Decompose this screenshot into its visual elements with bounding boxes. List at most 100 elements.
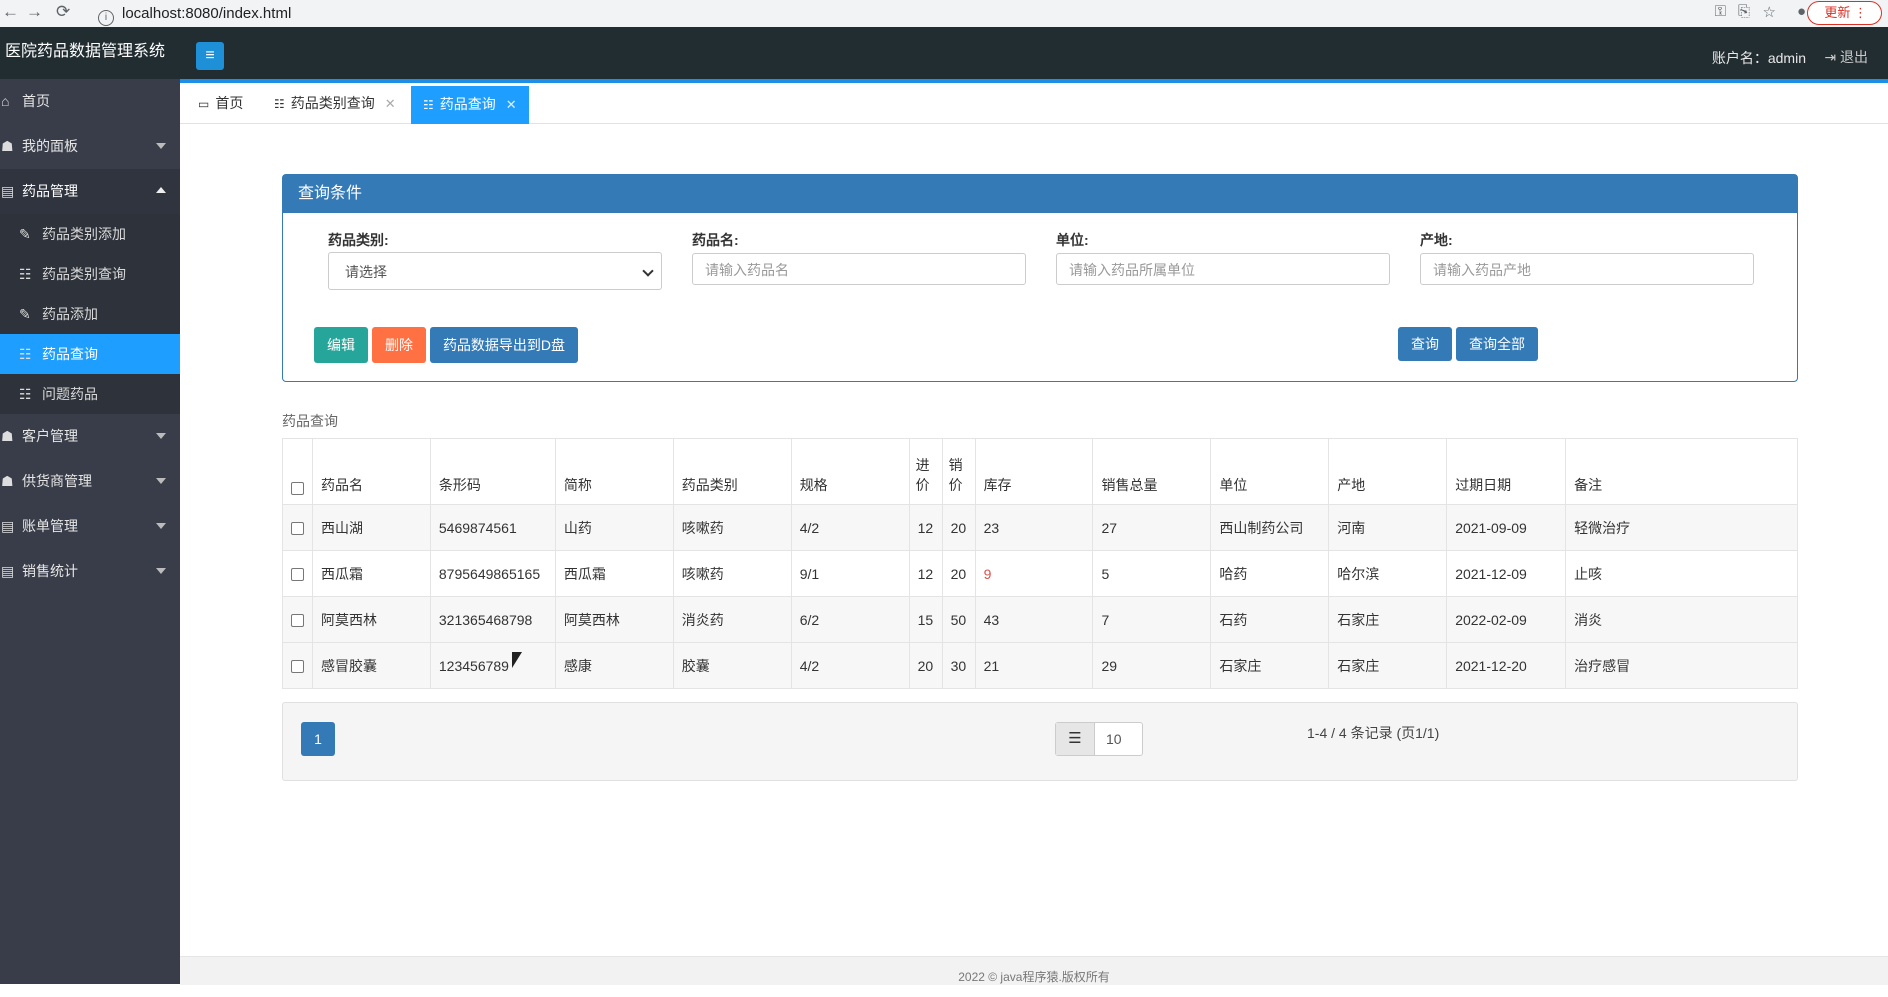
row-checkbox[interactable] [291,660,304,674]
column-header-expiry[interactable]: 过期日期 [1446,438,1567,505]
tab-category-query[interactable]: ☷ 药品类别查询 ✕ [262,85,408,121]
row-checkbox[interactable] [291,568,304,582]
cell-origin: 石家庄 [1328,642,1448,689]
sidebar-item-label: 药品管理 [22,183,78,199]
sidebar-item-label: 供货商管理 [22,473,92,489]
sidebar-item-customers[interactable]: ☗ 客户管理 [0,414,180,459]
sidebar-item-bills[interactable]: ▤ 账单管理 [0,504,180,549]
sidebar-item-category-add[interactable]: ✎ 药品类别添加 [0,214,180,254]
sidebar-item-category-query[interactable]: ☷ 药品类别查询 [0,254,180,294]
row-checkbox[interactable] [291,614,304,628]
tab-label: 药品类别查询 [290,95,375,111]
translate-icon[interactable]: ⎘ [1738,3,1750,20]
header-text: 价 [948,477,963,493]
sidebar-item-drug-management[interactable]: ▤ 药品管理 [0,169,180,214]
unit-input[interactable]: 请输入药品所属单位 [1056,253,1390,285]
column-header-remark[interactable]: 备注 [1565,438,1798,505]
list-icon: ☷ [423,98,434,112]
logout-button[interactable]: ⇥ 退出 [1824,47,1868,67]
sidebar-item-label: 药品查询 [42,346,98,362]
unit-label: 单位: [1056,232,1089,248]
cell-spec: 6/2 [790,596,910,643]
chevron-up-icon [156,187,166,193]
column-header-stock[interactable]: 库存 [974,438,1094,505]
sidebar-toggle-button[interactable]: ≡ [196,42,224,70]
column-header-category[interactable]: 药品类别 [672,438,792,505]
sidebar-item-drug-add[interactable]: ✎ 药品添加 [0,294,180,334]
sidebar-item-drug-query[interactable]: ☷ 药品查询 [0,334,180,374]
table-row[interactable]: 阿莫西林 321365468798 阿莫西林 消炎药 6/2 15 50 43 … [282,596,1798,643]
sidebar-item-problem-drugs[interactable]: ☷ 问题药品 [0,374,180,414]
key-icon[interactable]: ⚿ [1715,3,1726,20]
cell-spec: 9/1 [790,550,910,597]
reload-icon[interactable]: ⟳ [56,2,70,22]
sidebar-item-home[interactable]: ⌂ 首页 [0,79,180,124]
origin-input[interactable]: 请输入药品产地 [1420,253,1754,285]
column-header-short[interactable]: 简称 [554,438,674,505]
edit-icon: ✎ [19,306,31,322]
tab-label: 药品查询 [439,96,496,112]
search-button[interactable]: 查询 [1398,327,1452,361]
back-icon[interactable]: ← [2,2,19,22]
edit-icon: ✎ [19,226,31,242]
category-label: 药品类别: [328,232,389,248]
update-button[interactable]: 更新 ⋮ [1807,1,1882,25]
monitor-icon: ▭ [198,97,210,111]
cell-expiry: 2021-12-20 [1446,642,1567,689]
users-icon: ☗ [1,428,14,444]
export-button[interactable]: 药品数据导出到D盘 [430,327,578,363]
column-header-origin[interactable]: 产地 [1328,438,1448,505]
forward-icon[interactable]: → [26,2,43,22]
select-all-checkbox[interactable] [291,481,304,495]
cell-expiry: 2021-09-09 [1446,504,1567,551]
sidebar-item-label: 首页 [22,93,50,109]
info-icon[interactable]: i [98,10,114,26]
star-icon[interactable]: ☆ [1763,3,1776,21]
sidebar-item-sales-stats[interactable]: ▤ 销售统计 [0,549,180,594]
origin-label: 产地: [1420,232,1453,248]
column-header-sell-price[interactable]: 销价 [941,438,976,505]
cell-barcode: 123456789 [429,642,556,689]
header-text: 价 [915,477,930,493]
cell-sell: 20 [941,504,976,551]
column-header-spec[interactable]: 规格 [790,438,910,505]
cell-spec: 4/2 [790,642,910,689]
search-all-button[interactable]: 查询全部 [1456,327,1538,361]
page-size-selector[interactable]: ☰ 10 [1055,722,1143,756]
cell-category: 咳嗽药 [672,504,792,551]
cell-remark: 治疗感冒 [1565,642,1798,689]
address-bar[interactable]: i localhost:8080/index.html [98,4,1618,26]
cell-short: 西瓜霜 [554,550,674,597]
column-header-sales[interactable]: 销售总量 [1092,438,1212,505]
table-row[interactable]: 感冒胶囊 123456789 感康 胶囊 4/2 20 30 21 29 石家庄… [282,642,1798,689]
tab-home[interactable]: ▭ 首页 [186,85,255,121]
column-header-unit[interactable]: 单位 [1210,438,1330,505]
page-1-button[interactable]: 1 [301,722,335,756]
edit-button[interactable]: 编辑 [314,327,368,363]
category-select[interactable]: 请选择 [328,252,662,290]
table-row[interactable]: 西山湖 5469874561 山药 咳嗽药 4/2 12 20 23 27 西山… [282,504,1798,551]
column-header-barcode[interactable]: 条形码 [429,438,556,505]
close-icon[interactable]: ✕ [385,96,396,111]
column-header-buy-price[interactable]: 进价 [908,438,943,505]
list-icon: ☷ [274,97,285,111]
cell-short: 感康 [554,642,674,689]
cell-name: 西山湖 [311,504,431,551]
cell-buy: 20 [908,642,943,689]
close-icon[interactable]: ✕ [506,97,517,112]
pagination-bar: 1 ☰ 10 1-4 / 4 条记录 (页1/1) [282,702,1798,781]
pagination-info: 1-4 / 4 条记录 (页1/1) [1307,725,1440,741]
name-input[interactable]: 请输入药品名 [692,253,1026,285]
cell-origin: 河南 [1328,504,1448,551]
sidebar-item-suppliers[interactable]: ☗ 供货商管理 [0,459,180,504]
table-header-row: 药品名 条形码 简称 药品类别 规格 进价 销价 库存 销售总量 单位 产地 过… [282,438,1798,505]
cell-buy: 12 [908,504,943,551]
delete-button[interactable]: 删除 [372,327,426,363]
profile-icon[interactable]: ● [1797,3,1806,20]
table-row[interactable]: 西瓜霜 8795649865165 西瓜霜 咳嗽药 9/1 12 20 9 5 … [282,550,1798,597]
sidebar-item-my-panel[interactable]: ☗ 我的面板 [0,124,180,169]
document-icon: ▤ [1,563,15,579]
column-header-name[interactable]: 药品名 [311,438,431,505]
tab-drug-query[interactable]: ☷ 药品查询 ✕ [411,86,529,124]
row-checkbox[interactable] [291,522,304,536]
